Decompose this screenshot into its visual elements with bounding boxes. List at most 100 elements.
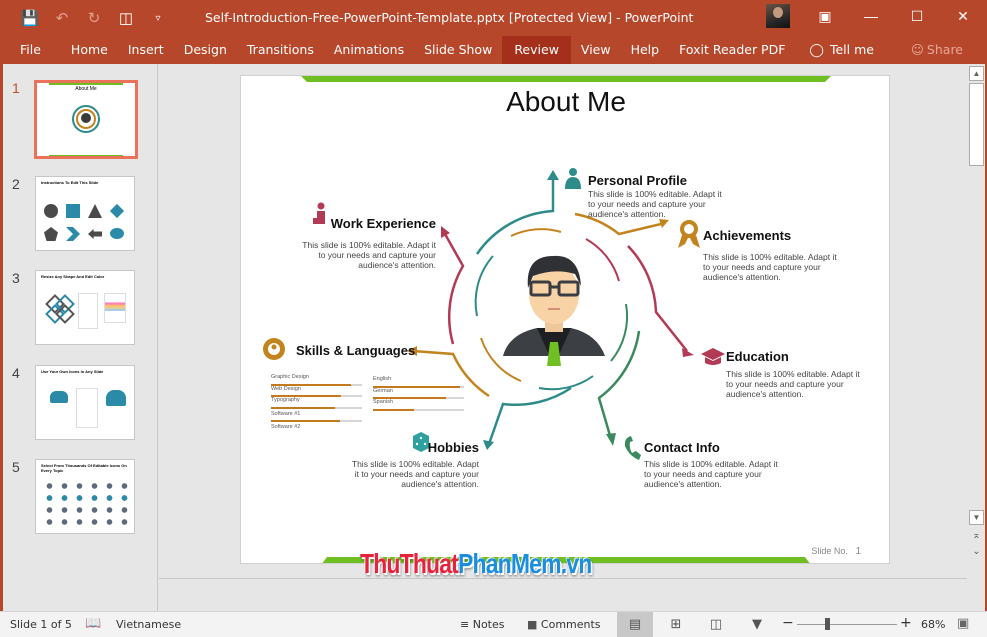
thumbnail-preview[interactable]: Resize Any Shape And Edit Color xyxy=(35,270,135,345)
language-row: English xyxy=(373,376,464,388)
window-title: Self-Introduction-Free-PowerPoint-Templa… xyxy=(205,10,694,25)
zoom-in-button[interactable]: + xyxy=(900,615,912,631)
achievements-text: This slide is 100% editable. Adapt it to… xyxy=(703,252,837,282)
personal-profile-section[interactable]: Personal Profile This slide is 100% edit… xyxy=(588,173,748,219)
status-bar: Slide 1 of 5 📖 Vietnamese ≡ Notes ■ Comm… xyxy=(0,611,987,637)
thumbnail-title: Select From Thousands Of Editable Icons … xyxy=(41,463,127,473)
slide-thumbnails-pane[interactable]: 1 About Me 2 Instructions To Edit This S… xyxy=(3,64,158,611)
previous-slide-button[interactable]: ⌅ xyxy=(969,530,984,544)
maximize-button[interactable]: ☐ xyxy=(894,0,940,32)
slide-show-view-button[interactable]: ▼ xyxy=(739,612,775,637)
tell-me-button[interactable]: ◯ Tell me xyxy=(795,36,884,64)
personal-profile-heading: Personal Profile xyxy=(588,173,687,188)
thumbnail-number: 1 xyxy=(12,80,20,96)
reading-view-icon: ◫ xyxy=(709,617,723,632)
comments-label: Comments xyxy=(540,618,601,631)
thumbnail-number: 2 xyxy=(12,176,20,192)
arrow-work-experience xyxy=(443,233,465,345)
user-avatar[interactable] xyxy=(766,4,790,28)
start-slideshow-icon[interactable]: ◫ xyxy=(110,9,142,27)
reading-view-button[interactable]: ◫ xyxy=(698,612,734,637)
contact-info-text: This slide is 100% editable. Adapt it to… xyxy=(644,459,778,489)
tab-transitions[interactable]: Transitions xyxy=(237,36,324,64)
customize-toolbar-icon[interactable]: ▿ xyxy=(142,13,174,24)
skill-row: Web Design xyxy=(271,385,362,397)
zoom-slider-thumb[interactable] xyxy=(825,618,830,630)
skill-row: Typography xyxy=(271,397,362,409)
contact-info-section[interactable]: Contact Info This slide is 100% editable… xyxy=(644,440,779,489)
scrollbar-thumb[interactable] xyxy=(969,83,984,166)
ribbon-tabs: File Home Insert Design Transitions Anim… xyxy=(0,36,987,64)
hobbies-section[interactable]: Hobbies This slide is 100% editable. Ada… xyxy=(346,440,479,489)
close-button[interactable]: ✕ xyxy=(940,0,986,32)
share-button[interactable]: ☺ Share xyxy=(901,36,987,64)
scroll-down-button[interactable]: ▼ xyxy=(969,510,984,525)
slide-number-value: 1 xyxy=(855,546,861,557)
language-row: Spanish xyxy=(373,399,464,411)
skill-label: Software #1 xyxy=(271,410,301,417)
education-text: This slide is 100% editable. Adapt it to… xyxy=(726,369,860,399)
tab-file[interactable]: File xyxy=(0,36,61,64)
language-indicator[interactable]: Vietnamese xyxy=(116,618,181,631)
arrow-head xyxy=(547,170,559,180)
fit-slide-to-window-button[interactable]: ▣ xyxy=(957,616,969,631)
thumbnail-preview[interactable]: Use Your Own Icons In Any Slide xyxy=(35,365,135,440)
comment-icon: ■ xyxy=(527,618,538,631)
zoom-slider-track[interactable] xyxy=(797,624,897,625)
work-experience-text: This slide is 100% editable. Adapt it to… xyxy=(302,240,436,270)
undo-icon[interactable]: ↶ xyxy=(46,9,78,27)
achievements-section[interactable]: Achievements This slide is 100% editable… xyxy=(703,228,843,282)
zoom-out-button[interactable]: − xyxy=(782,615,794,631)
language-row: German xyxy=(373,387,464,399)
comments-button[interactable]: ■ Comments xyxy=(527,618,601,631)
minimize-button[interactable]: — xyxy=(848,0,894,32)
education-heading: Education xyxy=(726,349,789,364)
notes-button[interactable]: ≡ Notes xyxy=(460,618,505,631)
watermark-part-1: ThuThuat xyxy=(360,548,459,579)
thumbnail-title: Use Your Own Icons In Any Slide xyxy=(41,369,104,374)
scroll-up-icon: ▲ xyxy=(972,69,981,78)
tab-help[interactable]: Help xyxy=(621,36,670,64)
education-section[interactable]: Education This slide is 100% editable. A… xyxy=(726,349,866,399)
watermark-part-2: PhanMem xyxy=(458,548,562,579)
tab-home[interactable]: Home xyxy=(61,36,118,64)
normal-view-button[interactable]: ▤ xyxy=(617,612,653,637)
watermark-logo: ThuThuatPhanMem.vn xyxy=(360,548,592,580)
tab-animations[interactable]: Animations xyxy=(324,36,414,64)
tab-review[interactable]: Review xyxy=(502,36,571,64)
top-green-band xyxy=(301,76,831,82)
tab-design[interactable]: Design xyxy=(174,36,237,64)
thumbnail-preview[interactable]: Instructions To Edit This Slide xyxy=(35,176,135,251)
share-label: Share xyxy=(926,42,963,57)
vertical-scrollbar[interactable]: ▲ ▼ ⌅ ⌄ xyxy=(969,66,985,601)
zoom-level[interactable]: 68% xyxy=(921,618,945,631)
tell-me-label: Tell me xyxy=(829,42,874,57)
redo-icon[interactable]: ↻ xyxy=(78,9,110,27)
skills-languages-section[interactable]: Skills & Languages xyxy=(296,343,415,358)
thumbnail-number: 4 xyxy=(12,365,20,381)
language-label: German xyxy=(373,387,393,394)
thumbnail-number: 5 xyxy=(12,459,20,475)
next-slide-button[interactable]: ⌄ xyxy=(969,546,984,560)
share-person-icon: ☺ xyxy=(910,42,924,57)
slide-canvas[interactable]: About Me Personal Profile This slide is … xyxy=(240,75,890,564)
arrow-hobbies xyxy=(487,386,572,445)
spell-check-icon[interactable]: 📖 xyxy=(85,616,101,631)
thumbnail-number: 3 xyxy=(12,270,20,286)
thumbnail-preview[interactable]: About Me xyxy=(34,80,138,159)
achievements-heading: Achievements xyxy=(703,228,792,243)
skill-label: Web Design xyxy=(271,385,301,392)
slide-title[interactable]: About Me xyxy=(241,86,889,118)
tab-foxit-reader-pdf[interactable]: Foxit Reader PDF xyxy=(669,36,795,64)
thumbnail-preview[interactable]: Select From Thousands Of Editable Icons … xyxy=(35,459,135,534)
scroll-up-button[interactable]: ▲ xyxy=(969,66,984,81)
slide-sorter-view-button[interactable]: ⊞ xyxy=(658,612,694,637)
work-experience-section[interactable]: Work Experience This slide is 100% edita… xyxy=(301,216,436,270)
ribbon-display-options-button[interactable]: ▣ xyxy=(802,0,848,32)
arrow-head xyxy=(659,219,669,228)
save-icon[interactable]: 💾 xyxy=(14,9,46,27)
tab-slide-show[interactable]: Slide Show xyxy=(414,36,502,64)
tab-insert[interactable]: Insert xyxy=(118,36,174,64)
tab-view[interactable]: View xyxy=(571,36,621,64)
contact-phone-icon xyxy=(624,436,641,460)
